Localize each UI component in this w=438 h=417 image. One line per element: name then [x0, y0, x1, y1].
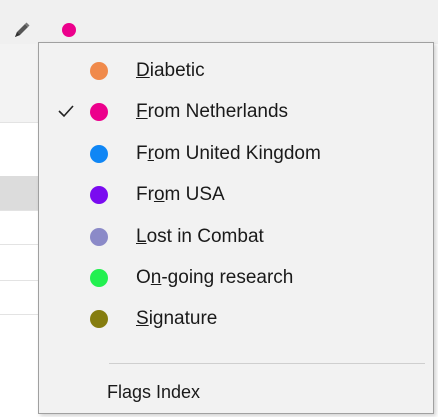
- flag-menu-item[interactable]: From United Kingdom: [39, 134, 433, 174]
- flag-menu-item-label: Signature: [136, 308, 218, 329]
- screen: Diabetic From Netherlands From United King…: [0, 0, 438, 417]
- flag-menu-item[interactable]: On-going research: [39, 258, 433, 298]
- pencil-icon[interactable]: [12, 20, 32, 40]
- toolbar: [0, 0, 438, 44]
- flag-menu-item-label: From USA: [136, 184, 225, 205]
- flag-menu-item[interactable]: Diabetic: [39, 51, 433, 91]
- flag-menu-item[interactable]: From USA: [39, 175, 433, 215]
- flag-color-swatch: [90, 62, 108, 80]
- flag-menu-item-label: On-going research: [136, 267, 294, 288]
- flag-menu-item[interactable]: Lost in Combat: [39, 217, 433, 257]
- flag-color-swatch: [90, 228, 108, 246]
- flag-menu-item-label: From Netherlands: [136, 101, 289, 122]
- flag-menu-item-label: Diabetic: [136, 60, 205, 81]
- checkmark-icon: [57, 102, 75, 120]
- flag-menu-item-label: From United Kingdom: [136, 143, 321, 164]
- flag-color-swatch: [90, 103, 108, 121]
- flags-index-menu-item[interactable]: Flags Index: [107, 382, 200, 403]
- flag-color-swatch: [90, 186, 108, 204]
- flag-color-swatch: [90, 269, 108, 287]
- flag-color-button[interactable]: [62, 23, 76, 37]
- flag-menu-item[interactable]: Signature: [39, 299, 433, 339]
- flag-color-swatch: [90, 310, 108, 328]
- flag-menu-item[interactable]: From Netherlands: [39, 92, 433, 132]
- menu-separator: [109, 363, 425, 364]
- flag-menu-item-label: Lost in Combat: [136, 226, 264, 247]
- flags-dropdown-menu: Diabetic From Netherlands From United King…: [38, 42, 434, 414]
- flag-color-swatch: [90, 145, 108, 163]
